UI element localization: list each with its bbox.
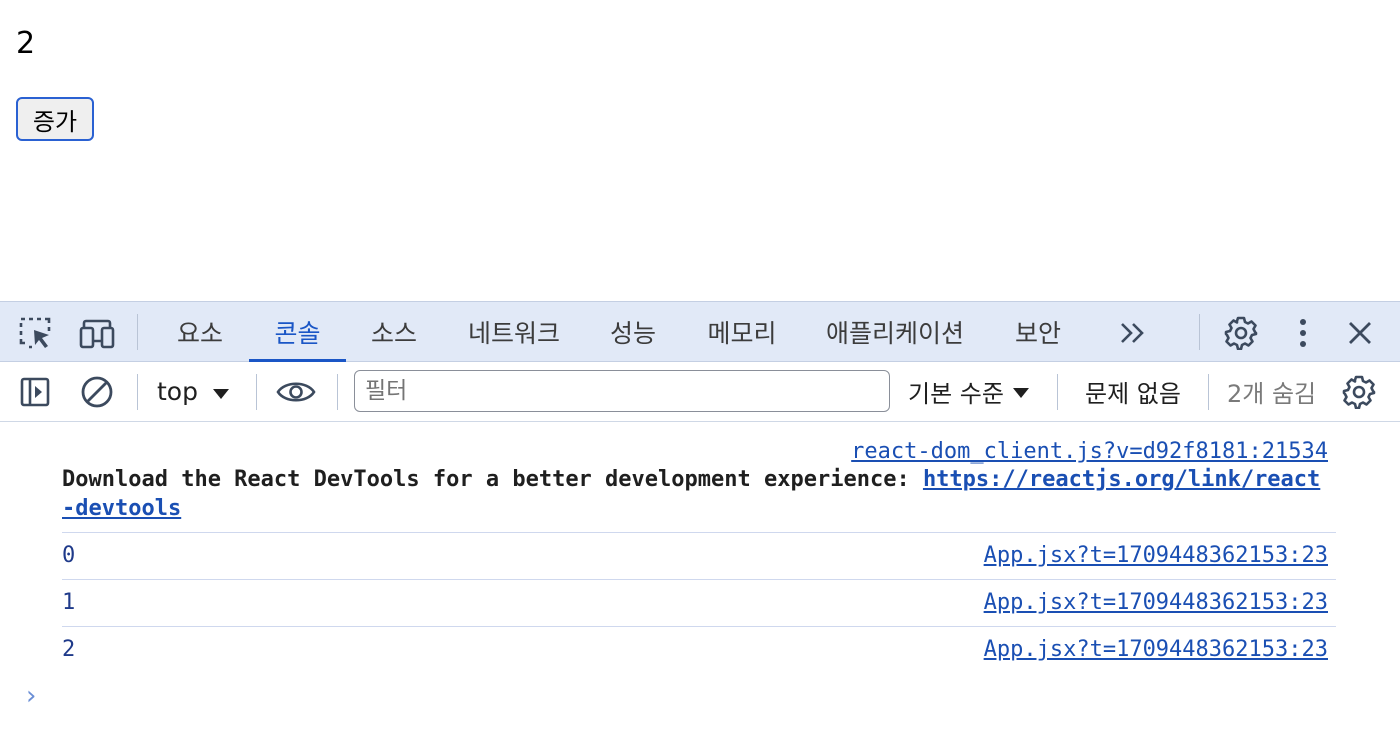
context-selector-label: top bbox=[157, 376, 198, 406]
dropdown-arrow-icon bbox=[212, 377, 230, 406]
logged-value: 1 bbox=[62, 590, 76, 615]
console-toolbar: top 기본 수준 문제 없음 2개 숨김 bbox=[0, 362, 1400, 422]
message-text: Download the React DevTools for a better… bbox=[62, 465, 1330, 523]
close-icon[interactable] bbox=[1340, 313, 1380, 353]
dropdown-arrow-icon bbox=[1012, 377, 1030, 405]
more-options-icon[interactable] bbox=[1286, 313, 1320, 353]
log-level-label: 기본 수준 bbox=[908, 379, 1004, 408]
hidden-messages-count: 2개 숨김 bbox=[1227, 379, 1317, 408]
console-message: 0 App.jsx?t=1709448362153:23 bbox=[62, 533, 1336, 580]
toolbar-divider bbox=[256, 374, 257, 410]
tab-console[interactable]: 콘솔 bbox=[249, 302, 346, 362]
console-prompt-chevron-icon[interactable]: › bbox=[26, 681, 36, 711]
toolbar-divider bbox=[137, 374, 138, 410]
devtools-tabbar: 요소 콘솔 소스 네트워크 성능 메모리 애플리케이션 보안 bbox=[0, 301, 1400, 362]
message-source-link[interactable]: App.jsx?t=1709448362153:23 bbox=[984, 542, 1328, 570]
message-source-link[interactable]: react-dom_client.js?v=d92f8181:21534 bbox=[851, 438, 1328, 466]
context-selector[interactable]: top bbox=[157, 371, 230, 411]
console-message: 1 App.jsx?t=1709448362153:23 bbox=[62, 580, 1336, 627]
toolbar-divider bbox=[137, 314, 138, 350]
tab-elements[interactable]: 요소 bbox=[160, 302, 240, 361]
show-sidebar-icon[interactable] bbox=[14, 371, 56, 413]
message-source-link[interactable]: App.jsx?t=1709448362153:23 bbox=[984, 589, 1328, 617]
device-toolbar-icon[interactable] bbox=[76, 314, 118, 352]
tab-application[interactable]: 애플리케이션 bbox=[810, 302, 980, 361]
console-settings-gear-icon[interactable] bbox=[1338, 371, 1380, 413]
more-tabs-icon[interactable] bbox=[1112, 314, 1154, 352]
tab-sources[interactable]: 소스 bbox=[354, 302, 434, 361]
tab-memory[interactable]: 메모리 bbox=[690, 302, 794, 361]
issues-counter[interactable]: 문제 없음 bbox=[1085, 371, 1181, 411]
console-filter-input[interactable] bbox=[354, 370, 890, 412]
counter-value: 2 bbox=[16, 26, 36, 61]
tab-network[interactable]: 네트워크 bbox=[450, 302, 578, 361]
toolbar-divider bbox=[337, 374, 338, 410]
console-message: react-dom_client.js?v=d92f8181:21534 Dow… bbox=[62, 423, 1336, 533]
message-body: Download the React DevTools for a better… bbox=[62, 467, 923, 492]
toolbar-divider bbox=[1199, 314, 1200, 350]
toolbar-divider bbox=[1208, 374, 1209, 410]
settings-gear-icon[interactable] bbox=[1220, 313, 1262, 353]
logged-value: 0 bbox=[62, 543, 76, 568]
logged-value: 2 bbox=[62, 637, 76, 662]
log-level-selector[interactable]: 기본 수준 bbox=[908, 371, 1030, 411]
message-source-link[interactable]: App.jsx?t=1709448362153:23 bbox=[984, 636, 1328, 664]
tab-security[interactable]: 보안 bbox=[998, 302, 1078, 361]
live-expression-eye-icon[interactable] bbox=[274, 371, 318, 413]
toolbar-divider bbox=[1057, 374, 1058, 410]
increment-button[interactable]: 증가 bbox=[16, 97, 94, 141]
inspect-element-icon[interactable] bbox=[14, 314, 56, 352]
devtools-panel: 요소 콘솔 소스 네트워크 성능 메모리 애플리케이션 보안 top 필터 기본… bbox=[0, 301, 1400, 742]
clear-console-icon[interactable] bbox=[76, 371, 118, 413]
tab-performance[interactable]: 성능 bbox=[593, 302, 673, 361]
console-message: 2 App.jsx?t=1709448362153:23 bbox=[62, 627, 1336, 674]
console-messages: react-dom_client.js?v=d92f8181:21534 Dow… bbox=[0, 423, 1400, 674]
